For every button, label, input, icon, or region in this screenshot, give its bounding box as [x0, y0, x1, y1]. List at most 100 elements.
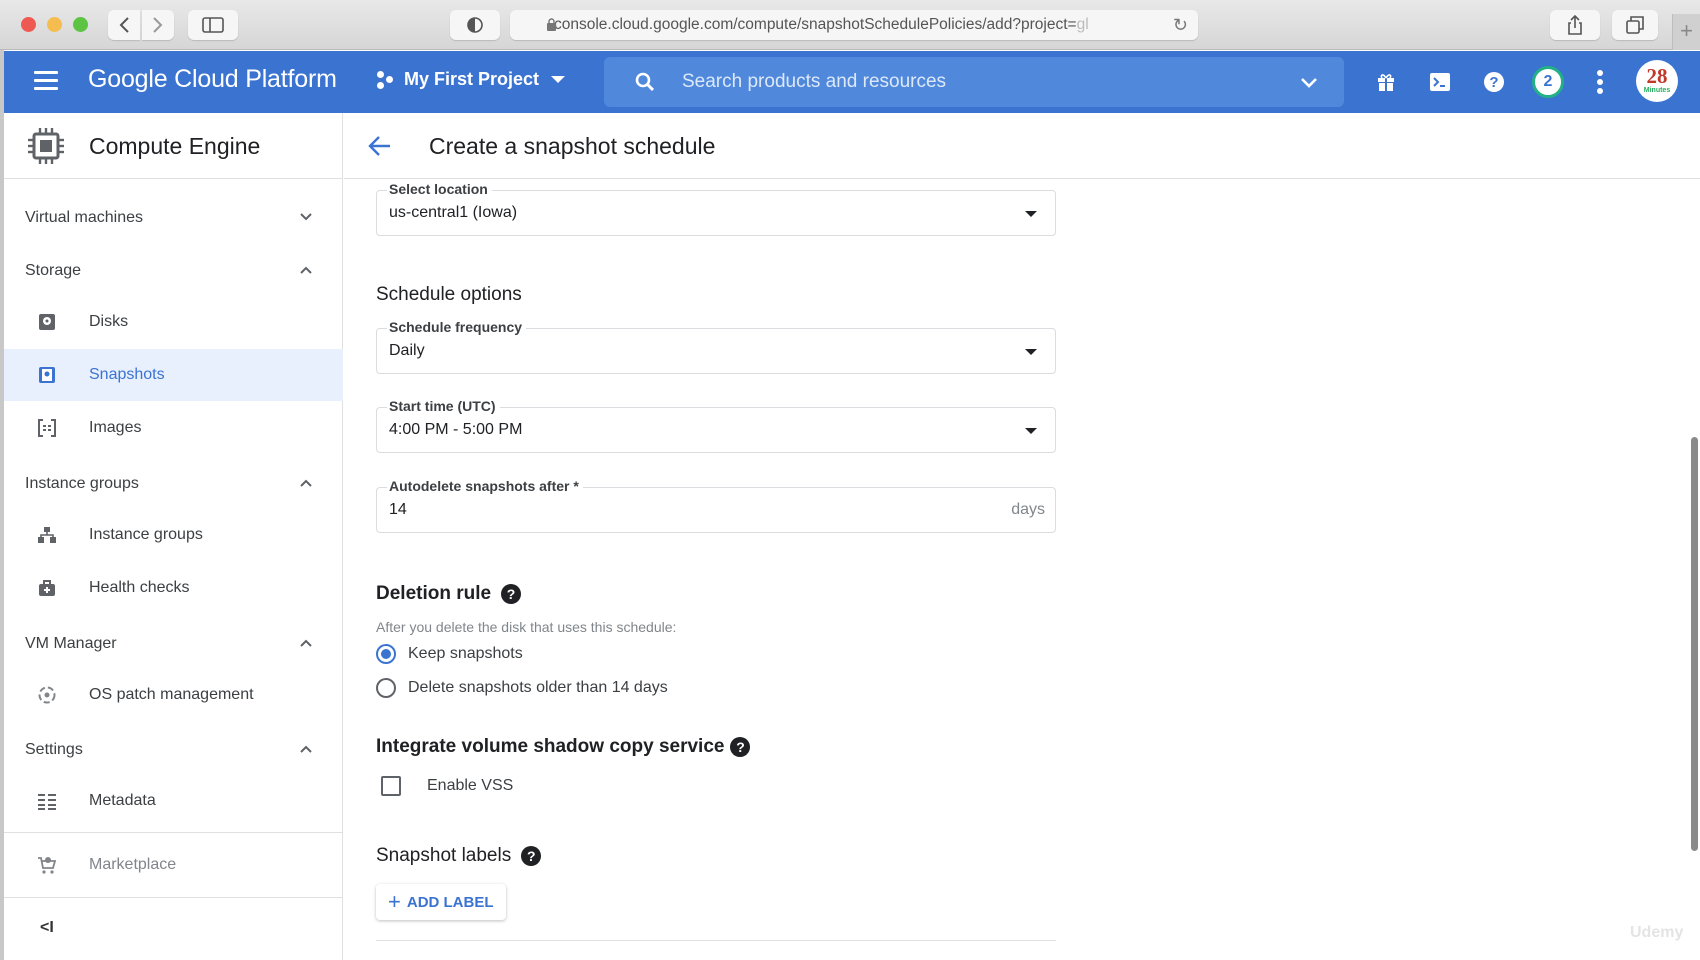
- browser-back-button[interactable]: [108, 10, 140, 40]
- patch-icon: [37, 685, 57, 705]
- menu-icon[interactable]: [34, 71, 60, 91]
- cloud-shell-icon[interactable]: [1427, 69, 1453, 95]
- enable-vss-checkbox[interactable]: [381, 776, 401, 796]
- enable-vss-checkbox-row[interactable]: Enable VSS: [381, 776, 513, 796]
- sidebar-section-virtual-machines[interactable]: Virtual machines: [4, 194, 343, 242]
- caret-down-icon: [551, 76, 566, 83]
- help-icon[interactable]: ?: [501, 584, 522, 604]
- notifications-badge[interactable]: 2: [1532, 66, 1564, 98]
- sidebar-item-images[interactable]: Images: [4, 402, 343, 454]
- sidebar-item-marketplace[interactable]: Marketplace: [4, 839, 343, 891]
- health-check-icon: [37, 578, 57, 598]
- chevron-up-icon: [300, 745, 312, 753]
- compute-engine-chip-icon: [28, 128, 64, 164]
- new-tab-button[interactable]: +: [1672, 14, 1700, 50]
- search-icon: [635, 72, 655, 92]
- minimize-window-button[interactable]: [47, 17, 62, 32]
- dropdown-arrow-icon: [1025, 211, 1037, 217]
- schedule-frequency-select[interactable]: Schedule frequency Daily: [376, 319, 1056, 374]
- metadata-icon: [37, 791, 57, 811]
- lock-icon: [547, 18, 556, 31]
- location-value: us-central1 (Iowa): [389, 204, 518, 221]
- sidebar-section-vm-manager[interactable]: VM Manager: [4, 620, 343, 668]
- help-icon[interactable]: ?: [1481, 69, 1507, 95]
- autodelete-suffix: days: [1011, 501, 1045, 518]
- svg-text:?: ?: [1489, 74, 1498, 91]
- collapse-sidebar-button[interactable]: <I: [40, 919, 54, 937]
- sidebar-item-instance-groups[interactable]: Instance groups: [4, 509, 343, 561]
- address-bar[interactable]: console.cloud.google.com/compute/snapsho…: [510, 10, 1198, 40]
- sidebar-item-disks[interactable]: Disks: [4, 296, 343, 348]
- shield-half-icon: [467, 17, 483, 33]
- maximize-window-button[interactable]: [73, 17, 88, 32]
- snapshot-labels-heading: Snapshot labels ?: [376, 845, 542, 867]
- sidebar-icon: [202, 17, 224, 33]
- location-label: Select location: [387, 181, 492, 197]
- vss-heading: Integrate volume shadow copy service ?: [376, 736, 751, 758]
- schedule-options-heading: Schedule options: [376, 284, 522, 305]
- keep-snapshots-radio[interactable]: Keep snapshots: [376, 644, 523, 664]
- avatar[interactable]: 28 Minutes: [1636, 60, 1678, 102]
- delete-old-snapshots-radio[interactable]: Delete snapshots older than 14 days: [376, 678, 668, 698]
- image-icon: [37, 418, 57, 438]
- dropdown-arrow-icon: [1025, 428, 1037, 434]
- chevron-up-icon: [300, 266, 312, 274]
- sidebar-divider: [4, 832, 343, 833]
- disk-icon: [37, 312, 57, 332]
- scrollbar-thumb[interactable]: [1691, 437, 1698, 851]
- search-bar[interactable]: Search products and resources: [604, 57, 1344, 107]
- autodelete-value: 14: [389, 501, 407, 518]
- privacy-shield-button[interactable]: [450, 10, 500, 40]
- chevron-left-icon: [119, 17, 129, 33]
- autodelete-input[interactable]: Autodelete snapshots after * 14 days: [376, 478, 1056, 533]
- reload-icon[interactable]: ↻: [1173, 15, 1188, 36]
- start-time-value: 4:00 PM - 5:00 PM: [389, 421, 523, 438]
- chevron-up-icon: [300, 639, 312, 647]
- start-time-label: Start time (UTC): [387, 398, 500, 414]
- sidebar-section-instance-groups[interactable]: Instance groups: [4, 460, 343, 508]
- share-button[interactable]: [1550, 10, 1600, 40]
- sidebar-section-settings[interactable]: Settings: [4, 726, 343, 774]
- radio-unchecked[interactable]: [376, 678, 396, 698]
- sidebar-section-storage[interactable]: Storage: [4, 247, 343, 295]
- sidebar-item-health-checks[interactable]: Health checks: [4, 562, 343, 614]
- gift-icon[interactable]: [1373, 69, 1399, 95]
- back-arrow-icon[interactable]: [368, 135, 392, 157]
- snapshot-icon: [37, 365, 57, 385]
- watermark: Udemy: [1630, 924, 1684, 941]
- share-icon: [1568, 15, 1582, 35]
- help-icon[interactable]: ?: [730, 737, 751, 757]
- plus-icon: +: [388, 889, 401, 914]
- schedule-frequency-value: Daily: [389, 342, 425, 359]
- tabs-overview-button[interactable]: [1612, 10, 1658, 40]
- tabs-icon: [1626, 16, 1644, 34]
- more-options-icon[interactable]: [1597, 70, 1603, 94]
- add-label-button[interactable]: + ADD LABEL: [376, 884, 506, 920]
- chevron-down-icon: [300, 213, 312, 221]
- gcp-top-bar: Google Cloud Platform My First Project S…: [4, 51, 1700, 113]
- sidebar-toggle-button[interactable]: [188, 10, 238, 40]
- sidebar-item-snapshots[interactable]: Snapshots: [4, 349, 343, 401]
- radio-checked[interactable]: [376, 644, 396, 664]
- sidebar-item-os-patch-management[interactable]: OS patch management: [4, 669, 343, 721]
- project-selector[interactable]: My First Project: [376, 69, 566, 90]
- close-window-button[interactable]: [21, 17, 36, 32]
- schedule-frequency-label: Schedule frequency: [387, 319, 527, 335]
- project-dots-icon: [376, 70, 396, 90]
- sidebar-divider: [4, 897, 343, 898]
- location-select[interactable]: Select location us-central1 (Iowa): [376, 181, 1056, 236]
- chevron-up-icon: [300, 479, 312, 487]
- browser-forward-button[interactable]: [142, 10, 174, 40]
- dropdown-arrow-icon: [1025, 349, 1037, 355]
- chevron-down-icon[interactable]: [1298, 71, 1320, 93]
- browser-chrome: console.cloud.google.com/compute/snapsho…: [0, 0, 1700, 50]
- url-text: console.cloud.google.com/compute/snapsho…: [554, 16, 1089, 33]
- help-icon[interactable]: ?: [521, 846, 542, 866]
- sidebar-item-metadata[interactable]: Metadata: [4, 775, 343, 827]
- instance-groups-icon: [37, 525, 57, 545]
- start-time-select[interactable]: Start time (UTC) 4:00 PM - 5:00 PM: [376, 398, 1056, 453]
- sidebar-header: Compute Engine: [4, 113, 342, 179]
- deletion-rule-hint: After you delete the disk that uses this…: [376, 619, 677, 635]
- cart-icon: [37, 855, 57, 875]
- brand-title[interactable]: Google Cloud Platform: [88, 65, 337, 94]
